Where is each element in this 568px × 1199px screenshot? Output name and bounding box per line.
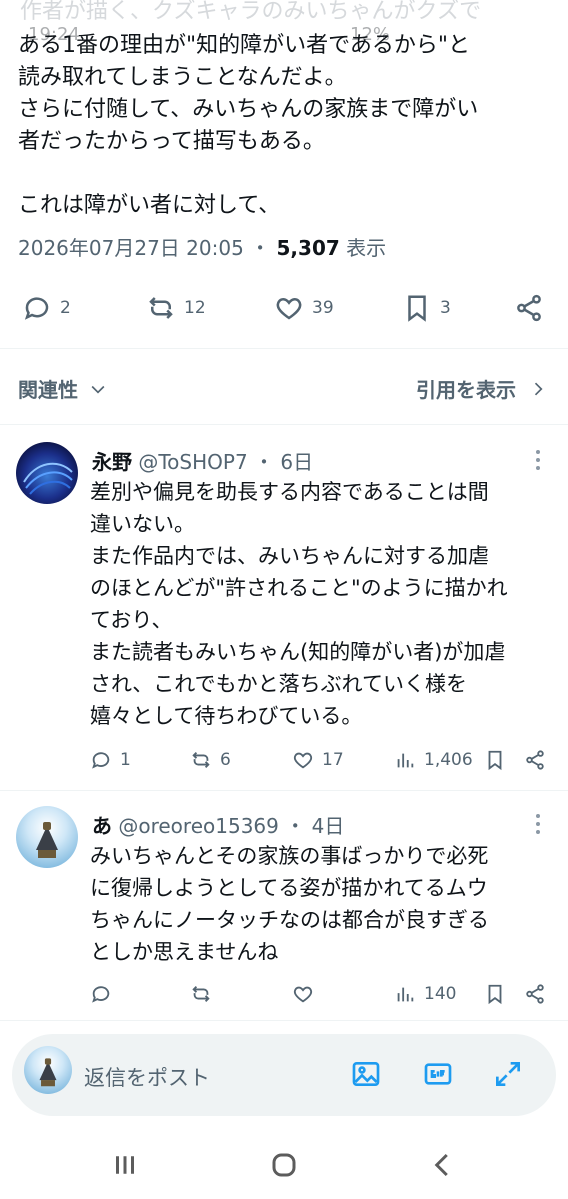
share-icon (517, 294, 541, 322)
share-button[interactable] (524, 978, 546, 1010)
chevron-down-icon (91, 385, 105, 394)
views-button[interactable]: 1,406 (394, 744, 473, 776)
avatar[interactable] (16, 806, 78, 868)
reply-button[interactable]: 2 (22, 284, 71, 332)
display-name[interactable]: 永野 (92, 450, 132, 474)
share-button[interactable] (524, 744, 546, 776)
like-icon (293, 986, 313, 1003)
bookmark-button[interactable]: 3 (402, 284, 451, 332)
like-count: 39 (312, 298, 334, 318)
meta-separator: ・ (254, 450, 275, 474)
reply-icon (24, 297, 49, 320)
views-icon (397, 753, 414, 768)
reply-item[interactable]: 永野 @ToSHOP7 ・ 6日 差別や偏見を助長する内容であることは間 違いな… (0, 424, 568, 790)
tweet-meta: 2026年07月27日 20:05 ・ 5,307 表示 (18, 232, 386, 261)
retweet-button[interactable]: 6 (190, 744, 231, 776)
back-button[interactable] (428, 1150, 458, 1180)
reply-button[interactable]: 1 (90, 744, 131, 776)
reply-button[interactable] (90, 978, 120, 1010)
gif-icon (424, 1063, 452, 1085)
reply-input[interactable]: 返信をポスト (84, 1062, 210, 1092)
back-icon (434, 1153, 448, 1177)
view-quotes-label: 引用を表示 (416, 378, 516, 402)
retweet-icon (149, 297, 173, 319)
expand-icon (496, 1062, 520, 1086)
meta-separator: ・ (250, 236, 271, 260)
related-bar: 関連性 引用を表示 (0, 350, 568, 424)
bookmark-count: 3 (440, 298, 451, 318)
avatar[interactable] (16, 442, 78, 504)
gif-button[interactable] (422, 1058, 454, 1090)
divider (0, 348, 568, 349)
like-button[interactable] (292, 978, 322, 1010)
reply-text: みいちゃんとその家族の事ばっかりで必死 に復帰しようとしてる姿が描かれてるムウ … (90, 844, 489, 964)
recents-icon (116, 1156, 134, 1174)
divider (0, 1020, 568, 1021)
like-button[interactable]: 39 (274, 284, 334, 332)
more-icon[interactable] (528, 448, 548, 470)
tweet-timestamp[interactable]: 2026年07月27日 20:05 (18, 236, 244, 260)
views-button[interactable]: 140 (394, 978, 456, 1010)
reply-header: あ @oreoreo15369 ・ 4日 (92, 810, 344, 839)
reply-count: 1 (120, 750, 131, 770)
reply-time[interactable]: 6日 (280, 450, 313, 474)
retweet-button[interactable] (190, 978, 220, 1010)
reply-text: 差別や偏見を助長する内容であることは間 違いない。 また作品内では、みいちゃんに… (90, 480, 508, 728)
reply-actions: 140 (90, 978, 560, 1010)
chevron-right-icon (534, 382, 543, 395)
more-icon[interactable] (528, 812, 548, 834)
views-label: 表示 (346, 236, 387, 260)
recents-button[interactable] (110, 1150, 140, 1180)
retweet-icon (192, 986, 210, 1002)
avatar (24, 1046, 72, 1094)
home-icon (272, 1153, 296, 1177)
expand-button[interactable] (492, 1058, 524, 1090)
bookmark-icon (408, 295, 426, 322)
bookmark-button[interactable] (484, 744, 506, 776)
view-quotes-button[interactable]: 引用を表示 (416, 374, 548, 403)
bookmark-button[interactable] (484, 978, 506, 1010)
display-name[interactable]: あ (92, 814, 112, 838)
handle[interactable]: @oreoreo15369 (118, 814, 279, 838)
reply-header: 永野 @ToSHOP7 ・ 6日 (92, 446, 313, 475)
reply-composer[interactable]: 返信をポスト (12, 1034, 556, 1116)
reply-actions: 1 6 17 1,406 (90, 744, 560, 776)
share-icon (526, 984, 544, 1004)
tweet-actions: 2 12 39 3 (0, 284, 568, 332)
view-count: 1,406 (424, 750, 473, 770)
share-button[interactable] (514, 284, 544, 332)
image-button[interactable] (350, 1058, 382, 1090)
reply-count: 2 (60, 298, 71, 318)
reply-icon (92, 986, 110, 1003)
image-icon (352, 1062, 380, 1086)
sort-label: 関連性 (18, 378, 78, 402)
bookmark-icon (488, 750, 502, 771)
home-button[interactable] (269, 1150, 299, 1180)
handle[interactable]: @ToSHOP7 (138, 450, 247, 474)
like-icon (276, 297, 302, 320)
share-icon (526, 750, 544, 770)
reply-item[interactable]: あ @oreoreo15369 ・ 4日 みいちゃんとその家族の事ばっかりで必死… (0, 790, 568, 1020)
retweet-count: 6 (220, 750, 231, 770)
meta-separator: ・ (285, 814, 306, 838)
reply-composer-bar: 返信をポスト (0, 1022, 568, 1128)
like-icon (293, 752, 313, 769)
retweet-icon (192, 752, 210, 768)
sort-relevance-button[interactable]: 関連性 (18, 374, 108, 403)
retweet-count: 12 (184, 298, 206, 318)
tweet-text: ある1番の理由が"知的障がい者であるから"と 読み取れてしまうことなんだよ。 さ… (18, 33, 479, 218)
system-nav-bar (0, 1128, 568, 1199)
views-count: 5,307 (276, 236, 340, 260)
views-icon (397, 987, 414, 1002)
bookmark-icon (488, 984, 502, 1005)
retweet-button[interactable]: 12 (146, 284, 206, 332)
like-button[interactable]: 17 (292, 744, 344, 776)
reply-time[interactable]: 4日 (312, 814, 345, 838)
reply-icon (92, 752, 110, 769)
like-count: 17 (322, 750, 344, 770)
view-count: 140 (424, 984, 457, 1004)
